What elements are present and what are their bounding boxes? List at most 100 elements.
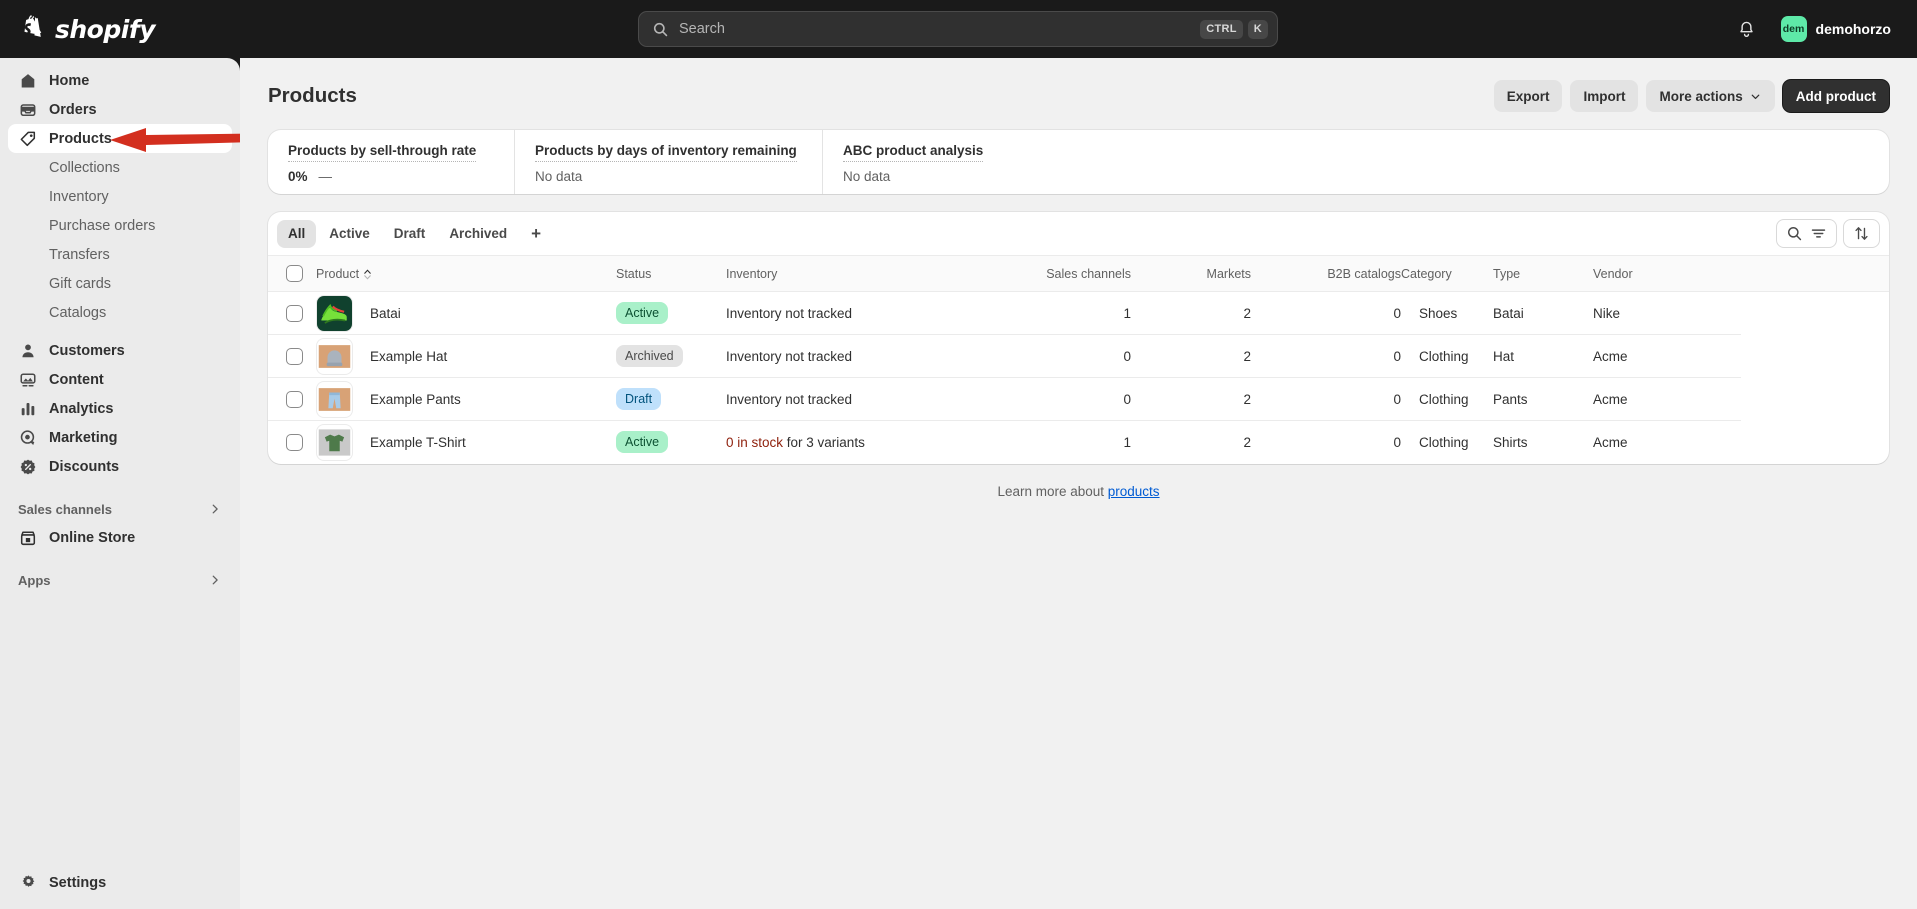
tab-draft[interactable]: Draft — [383, 220, 437, 248]
sidebar-item-label: Products — [49, 131, 112, 147]
row-checkbox[interactable] — [286, 305, 303, 322]
notifications-button[interactable] — [1731, 13, 1763, 45]
user-menu-button[interactable]: dem demohorzo — [1777, 12, 1901, 46]
product-name[interactable]: Example Pants — [370, 392, 461, 407]
shopify-wordmark: shopify — [55, 15, 155, 44]
b2b-catalogs-cell: 0 — [1251, 335, 1401, 378]
sidebar-subitem-gift-cards[interactable]: Gift cards — [8, 269, 232, 298]
sneakers-thumbnail — [316, 295, 353, 332]
status-badge: Active — [616, 431, 668, 453]
select-all-header — [268, 256, 316, 292]
sidebar-subitem-collections[interactable]: Collections — [8, 153, 232, 182]
search-input[interactable] — [679, 21, 1195, 37]
analytics-title[interactable]: Products by sell-through rate — [288, 143, 476, 162]
add-product-button[interactable]: Add product — [1783, 80, 1889, 112]
orders-icon — [18, 100, 38, 120]
tab-active[interactable]: Active — [318, 220, 381, 248]
sidebar-item-label: Customers — [49, 343, 125, 359]
table-body: BataiActiveInventory not tracked120Shoes… — [268, 292, 1889, 464]
sort-caret-icon — [363, 269, 372, 280]
sidebar-item-customers[interactable]: Customers — [8, 336, 232, 365]
inventory-text: Inventory not tracked — [726, 306, 852, 321]
markets-cell: 2 — [1131, 378, 1251, 421]
analytics-card-1: Products by days of inventory remainingN… — [514, 130, 822, 194]
export-button[interactable]: Export — [1494, 80, 1563, 112]
table-header: ProductStatusInventorySales channelsMark… — [268, 256, 1889, 292]
sidebar-subitem-label: Purchase orders — [49, 218, 155, 234]
row-select-cell — [268, 335, 316, 378]
sidebar-item-discounts[interactable]: Discounts — [8, 452, 232, 481]
sidebar-subitem-catalogs[interactable]: Catalogs — [8, 298, 232, 327]
products-table: ProductStatusInventorySales channelsMark… — [268, 256, 1889, 464]
learn-more-footer: Learn more about products — [240, 484, 1917, 499]
table-tools — [1776, 219, 1880, 248]
products-help-link[interactable]: products — [1108, 484, 1160, 499]
sidebar-item-content[interactable]: Content — [8, 365, 232, 394]
sort-button[interactable] — [1843, 219, 1880, 248]
category-cell: Clothing — [1401, 335, 1493, 378]
global-search[interactable]: CTRL K — [638, 11, 1278, 47]
sidebar-item-settings[interactable]: Settings — [0, 868, 240, 897]
analytics-delta: — — [319, 169, 333, 184]
row-checkbox[interactable] — [286, 348, 303, 365]
bar-chart-icon — [18, 399, 38, 419]
table-row[interactable]: BataiActiveInventory not tracked120Shoes… — [268, 292, 1889, 335]
analytics-title[interactable]: Products by days of inventory remaining — [535, 143, 797, 162]
sidebar-item-orders[interactable]: Orders — [8, 95, 232, 124]
product-name[interactable]: Batai — [370, 306, 401, 321]
markets-cell: 2 — [1131, 292, 1251, 335]
shopify-logo[interactable]: shopify — [20, 15, 155, 44]
search-icon — [652, 21, 669, 38]
sidebar-secondary-nav: Customers Content Analytics MarketingDiscou… — [0, 336, 240, 481]
sidebar-section-apps[interactable]: Apps — [8, 566, 232, 594]
add-view-button[interactable]: + — [520, 220, 552, 248]
b2b-catalogs-cell: 0 — [1251, 378, 1401, 421]
search-and-filter-button[interactable] — [1776, 219, 1837, 248]
status-badge: Active — [616, 302, 668, 324]
sidebar-item-marketing[interactable]: Marketing — [8, 423, 232, 452]
tab-all[interactable]: All — [277, 220, 316, 248]
category-cell: Clothing — [1401, 378, 1493, 421]
status-cell: Active — [616, 421, 726, 464]
column-label: B2B catalogs — [1327, 267, 1401, 281]
import-button[interactable]: Import — [1570, 80, 1638, 112]
column-header-type: Type — [1493, 256, 1593, 292]
select-all-checkbox[interactable] — [286, 265, 303, 282]
sidebar-subitem-purchase-orders[interactable]: Purchase orders — [8, 211, 232, 240]
sidebar-item-products[interactable]: Products — [8, 124, 232, 153]
row-checkbox[interactable] — [286, 391, 303, 408]
sidebar-section-title: Apps — [18, 573, 51, 588]
product-name[interactable]: Example Hat — [370, 349, 447, 364]
analytics-title[interactable]: ABC product analysis — [843, 143, 983, 162]
sidebar-item-home[interactable]: Home — [8, 66, 232, 95]
sort-icon — [1853, 225, 1870, 242]
sidebar-subitem-transfers[interactable]: Transfers — [8, 240, 232, 269]
row-select-cell — [268, 378, 316, 421]
tab-archived[interactable]: Archived — [438, 220, 518, 248]
column-label: Product — [316, 267, 359, 281]
sidebar-item-online-store[interactable]: Online Store — [8, 523, 232, 552]
sidebar-subitem-inventory[interactable]: Inventory — [8, 182, 232, 211]
product-cell: Example Pants — [316, 378, 616, 421]
more-actions-button[interactable]: More actions — [1646, 80, 1774, 112]
sidebar-item-analytics[interactable]: Analytics — [8, 394, 232, 423]
view-tabs: AllActiveDraftArchived+ — [277, 220, 552, 248]
column-header-inventory: Inventory — [726, 256, 991, 292]
sidebar-section-sales-channels[interactable]: Sales channels — [8, 495, 232, 523]
sidebar-primary-nav: HomeOrders Products — [0, 66, 240, 153]
sales-channels-cell: 1 — [991, 421, 1131, 464]
sidebar-sections: Sales channelsOnline Store Apps — [0, 495, 240, 594]
table-row[interactable]: Example PantsDraftInventory not tracked0… — [268, 378, 1889, 421]
column-label: Status — [616, 267, 651, 281]
product-name[interactable]: Example T-Shirt — [370, 435, 466, 450]
table-row[interactable]: Example T-ShirtActive0 in stock for 3 va… — [268, 421, 1889, 464]
column-header-markets: Markets — [1131, 256, 1251, 292]
category-cell: Shoes — [1401, 292, 1493, 335]
table-row[interactable]: Example HatArchivedInventory not tracked… — [268, 335, 1889, 378]
search-icon — [1786, 225, 1803, 242]
b2b-catalogs-cell: 0 — [1251, 421, 1401, 464]
row-checkbox[interactable] — [286, 434, 303, 451]
analytics-value: 0% — [288, 169, 308, 184]
sidebar-item-label: Analytics — [49, 401, 113, 417]
column-header-product[interactable]: Product — [316, 256, 616, 292]
